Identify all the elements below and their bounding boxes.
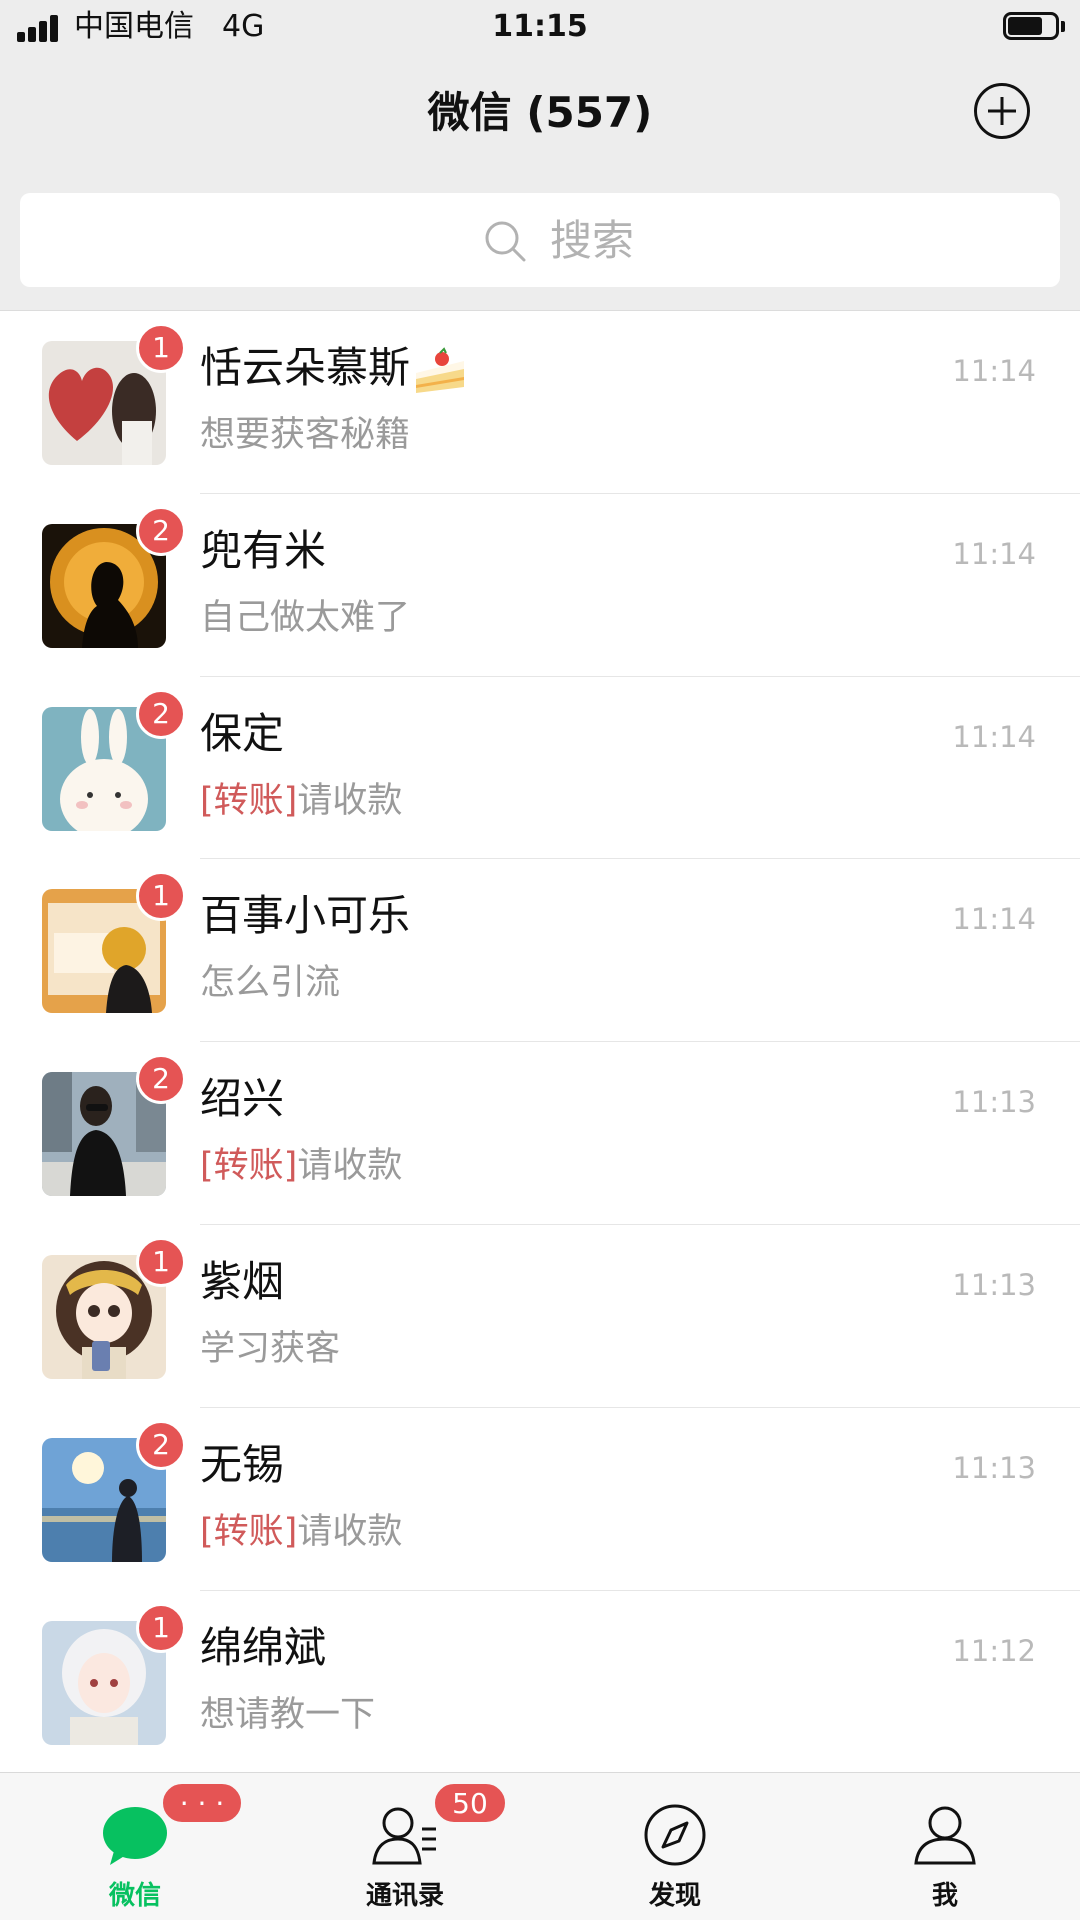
tab-contacts[interactable]: 50 通讯录 (270, 1773, 540, 1921)
tab-bar: · · · 微信 50 通讯录 发现 我 (0, 1772, 1080, 1920)
status-bar: 中国电信 4G 11:15 (0, 0, 1080, 55)
chat-bubble-icon (103, 1807, 167, 1865)
unread-badge: 1 (136, 1236, 186, 1287)
chat-name: 绵绵斌 (200, 1622, 327, 1672)
unread-badge: 1 (136, 323, 186, 373)
chat-time: 11:14 (952, 719, 1036, 754)
chat-name: 百事小可乐 (200, 891, 411, 941)
more-badge: · · · (160, 1781, 244, 1825)
chat-preview: 怎么引流 (200, 963, 341, 1004)
tab-label: 我 (931, 1881, 958, 1911)
chat-preview: [转账]请收款 (200, 1146, 403, 1187)
chat-row[interactable]: 1 紫烟 学习获客 11:13 (0, 1224, 1080, 1408)
unread-badge: 2 (136, 505, 186, 556)
chat-time: 11:12 (952, 1633, 1036, 1668)
chat-time: 11:13 (952, 1085, 1036, 1120)
contacts-badge: 50 (432, 1781, 508, 1825)
tab-chats[interactable]: · · · 微信 (0, 1773, 270, 1921)
plus-circle-icon[interactable] (974, 83, 1030, 139)
status-time: 11:15 (492, 9, 588, 44)
chat-name: 恬云朵慕斯 (200, 339, 466, 397)
tab-me[interactable]: 我 (810, 1773, 1080, 1921)
tab-label: 微信 (108, 1881, 161, 1911)
chat-name: 保定 (200, 708, 285, 758)
search-section: 搜索 (0, 165, 1080, 311)
unread-badge: 2 (136, 1419, 186, 1470)
chat-preview: 学习获客 (200, 1328, 341, 1369)
unread-badge: 2 (136, 688, 186, 739)
chat-name: 紫烟 (200, 1256, 285, 1306)
chat-row[interactable]: 1 百事小可乐 怎么引流 11:14 (0, 859, 1080, 1043)
chat-name: 绍兴 (200, 1074, 285, 1124)
navigation-bar: 微信 (557) (0, 55, 1080, 165)
chat-row[interactable]: 2 兜有米 自己做太难了 11:14 (0, 493, 1080, 677)
chat-preview: 想请教一下 (200, 1694, 376, 1735)
unread-badge: 1 (136, 871, 186, 922)
chat-preview: 想要获客秘籍 (200, 415, 411, 455)
chat-row[interactable]: 1 绵绵斌 想请教一下 11:12 (0, 1590, 1080, 1774)
chat-name: 无锡 (200, 1439, 285, 1489)
chat-time: 11:14 (952, 354, 1036, 388)
chat-time: 11:14 (952, 536, 1036, 571)
chat-name: 兜有米 (200, 525, 327, 575)
chat-row[interactable]: 2 绍兴 [转账]请收款 11:13 (0, 1042, 1080, 1225)
chat-row[interactable]: 2 无锡 [转账]请收款 11:13 (0, 1407, 1080, 1591)
search-placeholder: 搜索 (550, 216, 635, 265)
chat-time: 11:13 (952, 1267, 1036, 1302)
battery-icon (1003, 12, 1065, 42)
tab-label: 通讯录 (365, 1881, 444, 1911)
compass-icon (644, 1804, 706, 1866)
chat-time: 11:13 (952, 1450, 1036, 1485)
page-title: 微信 (557) (427, 88, 653, 137)
search-input[interactable]: 搜索 (20, 193, 1060, 287)
chat-time: 11:14 (952, 902, 1036, 937)
tab-discover[interactable]: 发现 (540, 1773, 810, 1921)
unread-badge: 1 (136, 1602, 186, 1653)
contacts-icon (372, 1807, 436, 1865)
person-icon (914, 1806, 976, 1865)
search-icon (485, 221, 526, 262)
chat-row[interactable]: 2 保定 [转账]请收款 11:14 (0, 676, 1080, 860)
chat-preview: 自己做太难了 (200, 597, 411, 638)
chat-preview: [转账]请收款 (200, 780, 403, 821)
unread-badge: 2 (136, 1054, 186, 1105)
chat-row[interactable]: 1 恬云朵慕斯 想要获客秘籍 11:14 (0, 311, 1080, 494)
tab-label: 发现 (648, 1881, 701, 1911)
chat-preview: [转账]请收款 (200, 1511, 403, 1552)
cake-emoji-icon (416, 346, 465, 393)
chat-list: 1 恬云朵慕斯 想要获客秘籍 11:14 2 兜有米 自己做太难了 11:14 (0, 311, 1080, 1774)
